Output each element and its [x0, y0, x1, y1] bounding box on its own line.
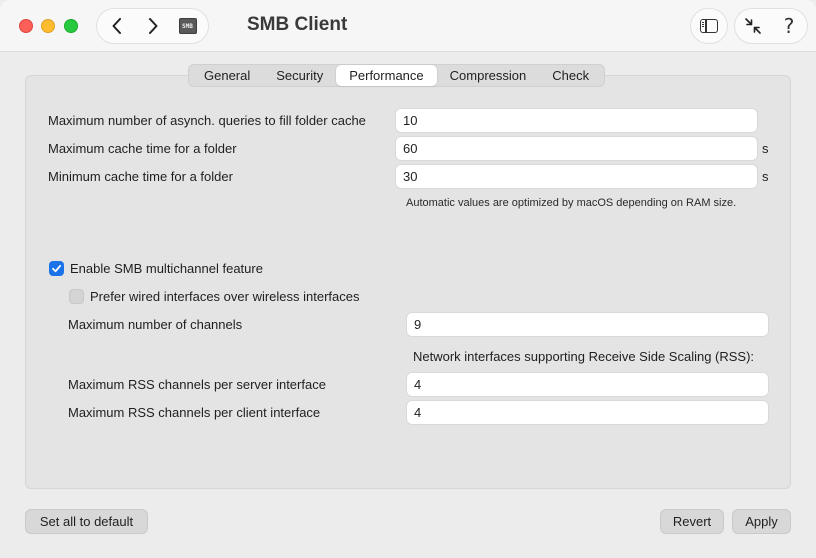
smb-icon-text: SMB — [182, 23, 193, 30]
enable-multichannel-checkbox[interactable] — [49, 261, 64, 276]
rss-server-field[interactable]: 4 — [406, 372, 769, 397]
tab-check[interactable]: Check — [539, 65, 602, 86]
back-button[interactable] — [99, 9, 135, 43]
checkmark-icon — [52, 264, 62, 273]
chevron-left-icon — [112, 18, 121, 34]
prefer-wired-label[interactable]: Prefer wired interfaces over wireless in… — [90, 289, 360, 304]
chevron-right-icon — [149, 18, 158, 34]
rss-server-label: Maximum RSS channels per server interfac… — [68, 377, 326, 392]
min-cache-time-unit: s — [762, 169, 769, 184]
min-cache-time-label: Minimum cache time for a folder — [48, 169, 233, 184]
revert-button[interactable]: Revert — [660, 509, 724, 534]
sidebar-icon — [700, 19, 718, 33]
prefer-wired-checkbox[interactable] — [69, 289, 84, 304]
min-cache-time-field[interactable]: 30 — [395, 164, 758, 189]
tab-bar: General Security Performance Compression… — [188, 64, 606, 87]
help-button[interactable]: ? — [771, 9, 807, 43]
max-cache-time-unit: s — [762, 141, 769, 156]
set-all-default-button[interactable]: Set all to default — [25, 509, 148, 534]
tab-compression[interactable]: Compression — [437, 65, 540, 86]
help-icon: ? — [783, 14, 795, 38]
rss-client-field[interactable]: 4 — [406, 400, 769, 425]
app-window: SMB SMB Client ? General Security Perfor… — [0, 0, 816, 558]
rss-heading: Network interfaces supporting Receive Si… — [413, 349, 755, 364]
collapse-arrows-icon — [745, 18, 761, 34]
max-cache-time-field[interactable]: 60 — [395, 136, 758, 161]
minimize-window-button[interactable] — [41, 19, 55, 33]
collapse-button[interactable] — [735, 9, 771, 43]
window-title: SMB Client — [247, 14, 348, 35]
navigation-group: SMB — [96, 8, 209, 44]
tab-general[interactable]: General — [191, 65, 263, 86]
zoom-window-button[interactable] — [64, 19, 78, 33]
async-queries-label: Maximum number of asynch. queries to fil… — [48, 113, 366, 128]
enable-multichannel-label[interactable]: Enable SMB multichannel feature — [70, 261, 263, 276]
toolbar-right-group: ? — [734, 8, 808, 44]
apply-button[interactable]: Apply — [732, 509, 791, 534]
ram-note: Automatic values are optimized by macOS … — [406, 197, 737, 209]
tab-performance[interactable]: Performance — [336, 65, 437, 86]
smb-app-icon[interactable]: SMB — [179, 18, 197, 34]
max-channels-field[interactable]: 9 — [406, 312, 769, 337]
max-channels-label: Maximum number of channels — [68, 317, 243, 332]
tab-security[interactable]: Security — [263, 65, 336, 86]
forward-button[interactable] — [135, 9, 171, 43]
title-bar: SMB SMB Client ? — [0, 0, 816, 52]
async-queries-field[interactable]: 10 — [395, 108, 758, 133]
max-cache-time-label: Maximum cache time for a folder — [48, 141, 237, 156]
sidebar-toggle-button[interactable] — [690, 8, 728, 44]
close-window-button[interactable] — [19, 19, 33, 33]
rss-client-label: Maximum RSS channels per client interfac… — [68, 405, 321, 420]
